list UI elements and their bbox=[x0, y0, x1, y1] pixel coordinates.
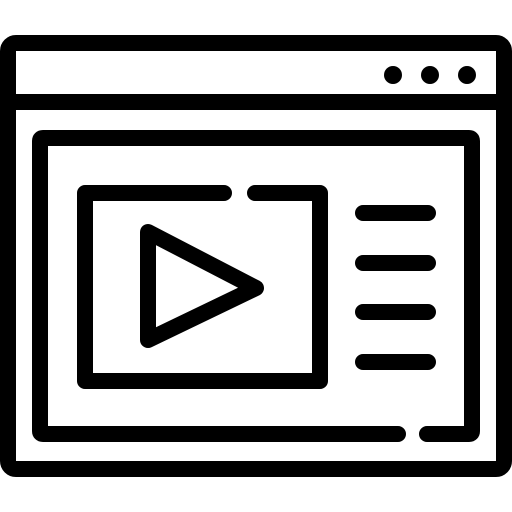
title-bar-dot[interactable] bbox=[384, 66, 402, 84]
title-bar-dot[interactable] bbox=[421, 66, 439, 84]
play-triangle-icon bbox=[140, 224, 264, 348]
video-frame bbox=[77, 185, 328, 389]
title-bar-dot[interactable] bbox=[458, 66, 476, 84]
video-player-browser-window-icon bbox=[0, 35, 512, 477]
